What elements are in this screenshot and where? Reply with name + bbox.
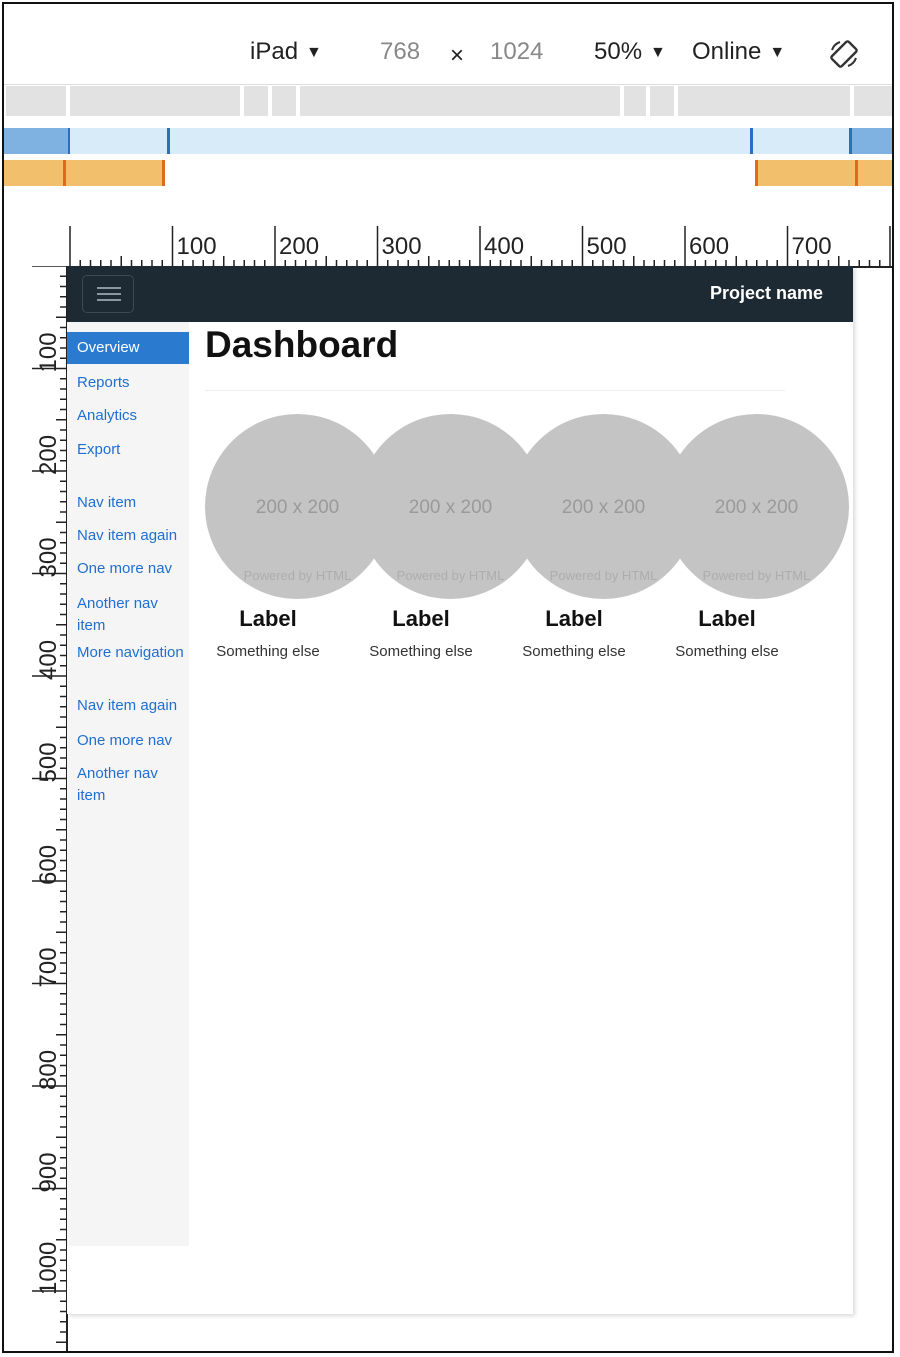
sidebar-item-another-nav-item[interactable]: Another nav item	[67, 593, 177, 637]
chevron-down-icon: ▼	[306, 44, 322, 61]
chevron-down-icon: ▼	[769, 44, 786, 61]
mq-segment[interactable]	[854, 86, 892, 116]
mq-segment[interactable]	[650, 86, 674, 116]
sidebar-item-export[interactable]: Export	[67, 439, 189, 461]
hamburger-icon	[97, 299, 121, 301]
sidebar-item-analytics[interactable]: Analytics	[67, 405, 189, 427]
mq-marker	[167, 128, 170, 154]
sidebar-item-nav-item-again-2[interactable]: Nav item again	[67, 695, 189, 717]
ruler-label: 100	[35, 332, 62, 372]
sidebar-item-one-more-nav[interactable]: One more nav	[67, 558, 189, 580]
sidebar-item-another-nav-item-2[interactable]: Another nav item	[67, 763, 177, 807]
placeholder-caption: Something else	[522, 643, 626, 660]
placeholder-label: Label	[698, 606, 756, 631]
device-toolbar: iPad ▼ 768 × 1024 50% ▼ Online ▼	[4, 24, 892, 85]
mq-segment[interactable]	[624, 86, 646, 116]
ruler-label: 200	[279, 233, 319, 260]
times-icon: ×	[450, 42, 465, 69]
throttle-value: Online	[692, 38, 762, 65]
mq-min-width-bar[interactable]	[852, 128, 892, 154]
placeholder-credit: Powered by HTML	[702, 568, 811, 583]
ruler-label: 500	[35, 742, 62, 782]
navbar-brand[interactable]: Project name	[710, 283, 823, 304]
ruler-label: 800	[35, 1050, 62, 1090]
hamburger-icon	[97, 293, 121, 295]
zoom-select[interactable]: 50% ▼	[594, 38, 666, 66]
ruler-label: 500	[587, 233, 627, 260]
divider	[205, 390, 785, 391]
mq-segment[interactable]	[272, 86, 296, 116]
placeholder-caption: Something else	[369, 643, 473, 660]
placeholder-caption: Something else	[675, 643, 779, 660]
chevron-down-icon: ▼	[650, 44, 666, 61]
sidebar-item-overview[interactable]: Overview	[67, 332, 189, 364]
emulated-viewport: Project name Overview Reports Analytics …	[67, 266, 853, 1314]
horizontal-ruler: 1002003004005006007008	[66, 226, 892, 268]
sidebar-item-reports[interactable]: Reports	[67, 372, 189, 394]
mq-marker	[755, 160, 758, 186]
placeholder-label: Label	[392, 606, 450, 631]
page-title: Dashboard	[205, 324, 399, 365]
mq-range-bar[interactable]	[70, 128, 754, 154]
mq-marker	[63, 160, 66, 186]
mq-segment[interactable]	[6, 86, 66, 116]
ruler-label: 700	[35, 947, 62, 987]
placeholder-size: 200 x 200	[714, 497, 799, 518]
placeholder-label: Label	[545, 606, 603, 631]
ruler-label: 600	[35, 845, 62, 885]
mq-range-bar[interactable]	[753, 128, 849, 154]
vertical-ruler: 10020030040050060070080090010000	[32, 266, 68, 1351]
device-select[interactable]: iPad ▼	[250, 38, 322, 66]
ruler-label: 400	[35, 640, 62, 680]
hamburger-icon	[97, 287, 121, 289]
height-input[interactable]: 1024	[490, 38, 543, 66]
mq-orange-bar[interactable]	[755, 160, 892, 186]
device-name: iPad	[250, 38, 299, 65]
sidebar: Overview Reports Analytics Export Nav it…	[67, 322, 189, 1246]
mq-segment[interactable]	[300, 86, 620, 116]
ruler-label: 300	[382, 233, 422, 260]
mq-marker	[162, 160, 165, 186]
rotate-icon[interactable]	[828, 38, 860, 70]
throttle-select[interactable]: Online ▼	[692, 38, 785, 66]
ruler-label: 900	[35, 1152, 62, 1192]
sidebar-item-more-navigation[interactable]: More navigation	[67, 642, 189, 664]
ruler-label: 300	[35, 537, 62, 577]
mq-segment[interactable]	[678, 86, 850, 116]
placeholder-caption: Something else	[216, 643, 320, 660]
devtools-frame: iPad ▼ 768 × 1024 50% ▼ Online ▼ 100 200…	[2, 2, 894, 1353]
sidebar-item-nav-item[interactable]: Nav item	[67, 492, 189, 514]
navbar: Project name	[67, 266, 853, 322]
ruler-label: 200	[35, 435, 62, 475]
mq-orange-bar[interactable]	[4, 160, 164, 186]
sidebar-item-nav-item-again[interactable]: Nav item again	[67, 525, 189, 547]
ruler-label: 100	[177, 233, 217, 260]
mq-segment[interactable]	[244, 86, 268, 116]
hamburger-menu-button[interactable]	[82, 275, 134, 313]
zoom-value: 50%	[594, 38, 643, 65]
placeholder-label: Label	[239, 606, 297, 631]
mq-segment[interactable]	[70, 86, 240, 116]
placeholder-image: 200 x 200 Powered by HTML	[664, 414, 849, 599]
mq-max-width-bar[interactable]	[4, 128, 68, 154]
ruler-label: 400	[484, 233, 524, 260]
width-input[interactable]: 768	[380, 38, 420, 66]
ruler-label: 1000	[35, 1242, 62, 1295]
ruler-label: 700	[792, 233, 832, 260]
mq-marker	[855, 160, 858, 186]
ruler-label: 600	[689, 233, 729, 260]
sidebar-item-one-more-nav-2[interactable]: One more nav	[67, 730, 189, 752]
